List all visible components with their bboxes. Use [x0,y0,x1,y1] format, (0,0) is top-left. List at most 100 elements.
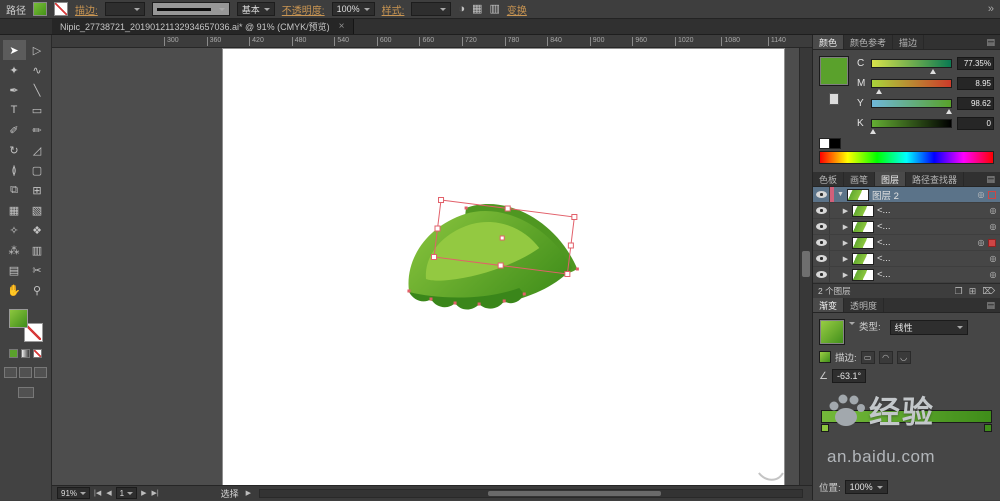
delete-layer-icon[interactable]: ⌦ [982,286,995,297]
expand-arrow-icon[interactable]: ▶ [839,255,852,263]
horizontal-scrollbar[interactable] [259,488,803,498]
object-name[interactable]: <... [877,269,986,280]
gradient-tool[interactable]: ▧ [26,200,49,220]
opacity-link[interactable]: 不透明度: [282,2,325,17]
none-button[interactable] [33,349,42,358]
stroke-color-swatch[interactable] [54,2,68,16]
last-color-chip[interactable] [829,93,839,105]
stroke-link[interactable]: 描边: [75,2,98,17]
gradient-mini-swatch[interactable] [819,351,831,363]
arrange-icon[interactable]: ▥ [489,3,499,15]
panel-menu-icon[interactable]: ▤ [981,172,1000,186]
gradient-angle-field[interactable]: -63.1° [831,369,867,383]
vertical-scrollbar-thumb[interactable] [802,251,810,277]
gradient-slider[interactable] [821,402,992,432]
direct-selection-tool[interactable]: ▷ [26,40,49,60]
next-artboard-icon[interactable]: ▶ [140,489,147,497]
fill-indicator-swatch[interactable] [8,309,28,328]
line-segment-tool[interactable]: ╲ [26,80,49,100]
screen-mode-button[interactable] [17,387,34,398]
artboard-tool[interactable]: ▤ [3,260,26,280]
expand-arrow-icon[interactable]: ▶ [839,223,852,231]
vertical-scrollbar[interactable] [799,48,812,485]
tab-transparency[interactable]: 透明度 [844,298,885,312]
pen-tool[interactable]: ✒ [3,80,26,100]
layer-object-row[interactable]: ▶ <... ◎ [813,203,1000,219]
style-link[interactable]: 样式: [382,2,405,17]
tab-stroke[interactable]: 描边 [893,35,925,49]
black-slider[interactable] [869,119,952,134]
visibility-eye-icon[interactable] [813,219,830,234]
hand-tool[interactable]: ✋ [3,280,26,300]
transform-link[interactable]: 变换 [507,2,527,17]
width-tool[interactable]: ≬ [3,160,26,180]
tab-swatches[interactable]: 色板 [813,172,845,186]
symbol-sprayer-tool[interactable]: ⁂ [3,240,26,260]
expand-arrow-icon[interactable]: ▶ [839,207,852,215]
column-graph-tool[interactable]: ▥ [26,240,49,260]
opacity-dropdown[interactable]: 100% [331,2,375,16]
lasso-tool[interactable]: ∿ [26,60,49,80]
gradient-midpoint-handle[interactable] [913,402,923,412]
color-spectrum-bar[interactable] [819,151,994,164]
free-transform-tool[interactable]: ▢ [26,160,49,180]
visibility-eye-icon[interactable] [813,267,830,282]
close-document-icon[interactable]: × [339,21,345,32]
white-swatch[interactable] [819,138,830,149]
eyedropper-tool[interactable]: ✧ [3,220,26,240]
scale-tool[interactable]: ◿ [26,140,49,160]
visibility-eye-icon[interactable] [813,251,830,266]
previous-artboard-icon[interactable]: ◀ [105,489,112,497]
new-sublayer-icon[interactable]: ❐ [955,286,963,297]
paintbrush-tool[interactable]: ✐ [3,120,26,140]
color-button[interactable] [9,349,18,358]
layer-object-row[interactable]: ▶ <... ◎ [813,267,1000,283]
stroke-weight-dropdown[interactable] [104,2,145,16]
gradient-fill-swatch[interactable] [819,319,845,345]
mesh-tool[interactable]: ▦ [3,200,26,220]
target-circle-icon[interactable]: ◎ [974,190,988,199]
draw-behind-button[interactable] [19,367,32,378]
collapse-panels-icon[interactable]: » [988,3,994,15]
gradient-type-dropdown[interactable]: 线性 [889,320,968,335]
expand-arrow-icon[interactable]: ▶ [839,271,852,279]
target-circle-icon[interactable]: ◎ [986,206,1000,215]
layer-name[interactable]: 图层 2 [872,188,974,202]
tab-gradient[interactable]: 渐变 [813,298,845,312]
leaf-artwork[interactable] [52,48,812,485]
stroke-within-icon[interactable]: ▭ [860,350,875,364]
panel-menu-icon[interactable]: ▤ [981,35,1000,49]
panel-menu-icon[interactable]: ▤ [981,298,1000,312]
layer-object-row[interactable]: ▶ <... ◎ [813,235,1000,251]
target-circle-icon[interactable]: ◎ [986,270,1000,279]
type-tool[interactable]: T [3,100,26,120]
tab-layers[interactable]: 图层 [875,172,907,186]
stroke-across-icon[interactable]: ◡ [896,350,911,364]
target-circle-icon[interactable]: ◎ [986,254,1000,263]
pencil-tool[interactable]: ✏ [26,120,49,140]
magenta-value-field[interactable]: 8.95 [957,77,994,90]
tab-brushes[interactable]: 画笔 [844,172,876,186]
align-icon[interactable]: ▦ [472,3,482,15]
expand-arrow-icon[interactable]: ▶ [839,239,852,247]
layer-object-row[interactable]: ▶ <... ◎ [813,219,1000,235]
shape-builder-tool[interactable]: ⧉ [3,180,26,200]
draw-normal-button[interactable] [4,367,17,378]
tab-color-guide[interactable]: 颜色参考 [844,35,894,49]
expand-arrow-icon[interactable]: ▼ [834,191,847,198]
stroke-along-icon[interactable]: ◠ [878,350,893,364]
brush-definition-dropdown[interactable]: 基本 [236,2,275,16]
cyan-slider[interactable] [871,59,952,74]
selection-tool[interactable]: ➤ [2,40,26,60]
blend-tool[interactable]: ❖ [26,220,49,240]
black-value-field[interactable]: 0 [957,117,994,130]
zoom-level-select[interactable]: 91% [57,487,91,499]
black-swatch[interactable] [830,138,841,149]
visibility-eye-icon[interactable] [813,235,830,250]
object-name[interactable]: <... [877,221,986,232]
perspective-grid-tool[interactable]: ⊞ [26,180,49,200]
first-artboard-icon[interactable]: |◀ [93,489,102,497]
zoom-tool[interactable]: ⚲ [26,280,49,300]
target-circle-icon[interactable]: ◎ [974,238,988,247]
style-dropdown[interactable] [411,2,452,16]
